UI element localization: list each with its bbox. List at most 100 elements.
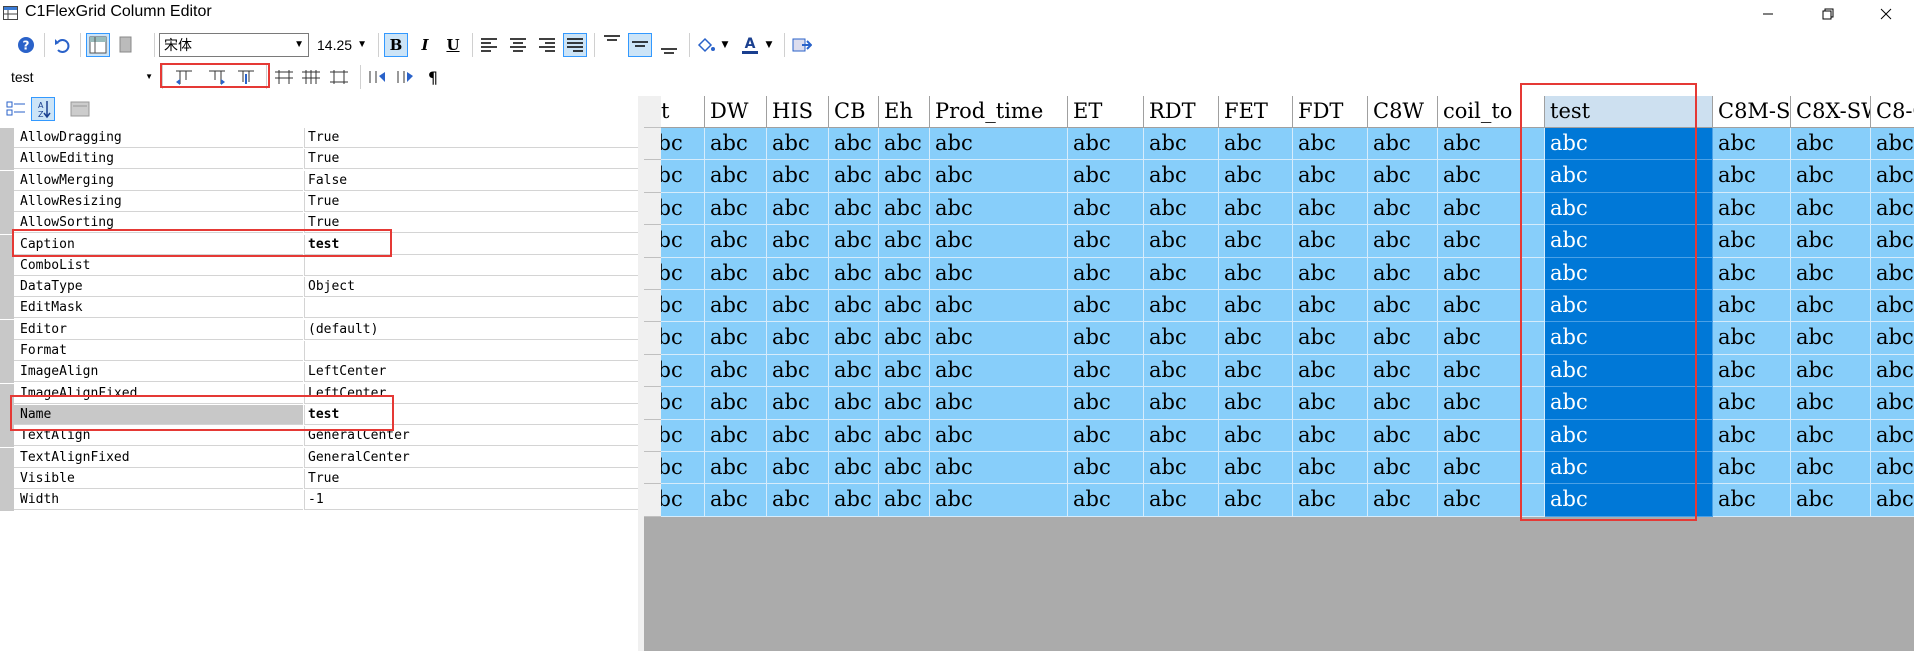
- grid-cell[interactable]: abc: [1438, 160, 1545, 193]
- grid-column-header[interactable]: CB: [829, 96, 879, 128]
- grid-cell[interactable]: abc: [661, 322, 705, 355]
- grid-cell[interactable]: abc: [1871, 128, 1914, 161]
- grid-cell[interactable]: abc: [1871, 322, 1914, 355]
- grid-column-header[interactable]: C8-CW: [1871, 96, 1914, 128]
- grid-row-header[interactable]: [644, 484, 662, 517]
- grid-row-header[interactable]: [644, 192, 662, 226]
- property-value[interactable]: True: [304, 128, 638, 148]
- grid-cell[interactable]: abc: [1144, 484, 1219, 517]
- grid-row-header[interactable]: [644, 257, 662, 290]
- grid-cell[interactable]: abc: [1068, 419, 1144, 452]
- fore-color-dropdown[interactable]: ▼: [762, 33, 776, 57]
- property-name[interactable]: Editor: [14, 320, 303, 340]
- grid-cell[interactable]: abc: [1791, 160, 1871, 193]
- property-name[interactable]: Visible: [14, 469, 303, 489]
- grid-cell[interactable]: abc: [767, 160, 829, 193]
- grid-cell[interactable]: abc: [705, 290, 767, 323]
- grid-cell[interactable]: abc: [1068, 484, 1144, 517]
- property-row[interactable]: EditMask: [0, 298, 638, 320]
- grid-cell[interactable]: abc: [930, 225, 1068, 258]
- grid-cell[interactable]: abc: [661, 290, 705, 323]
- property-value[interactable]: True: [304, 149, 638, 170]
- grid-cell[interactable]: abc: [879, 484, 930, 517]
- grid-cell[interactable]: abc: [1438, 387, 1545, 420]
- grid-cell[interactable]: abc: [661, 160, 705, 193]
- grid-column-header[interactable]: C8W: [1368, 96, 1438, 128]
- grid-cell[interactable]: abc: [879, 419, 930, 452]
- property-name[interactable]: AllowSorting: [14, 213, 303, 234]
- property-row[interactable]: Width -1: [0, 490, 638, 512]
- property-value[interactable]: [304, 341, 638, 361]
- grid-cell[interactable]: abc: [661, 192, 705, 226]
- grid-cell[interactable]: abc: [1368, 452, 1438, 485]
- select-column-button-2[interactable]: [393, 65, 417, 89]
- grid-cell[interactable]: abc: [1438, 322, 1545, 355]
- valign-top-button[interactable]: [600, 31, 624, 55]
- grid-cell[interactable]: abc: [1713, 257, 1791, 290]
- property-row[interactable]: AllowResizing True: [0, 191, 638, 213]
- grid-cell[interactable]: abc: [1791, 257, 1871, 290]
- grid-cell[interactable]: abc: [1438, 354, 1545, 388]
- grid-cell[interactable]: abc: [1144, 452, 1219, 485]
- grid-cell[interactable]: abc: [1545, 419, 1713, 452]
- grid-cell[interactable]: abc: [705, 225, 767, 258]
- property-row[interactable]: Visible True: [0, 468, 638, 490]
- width-button-1[interactable]: [272, 65, 296, 89]
- grid-cell[interactable]: abc: [1871, 160, 1914, 193]
- property-value[interactable]: True: [304, 191, 638, 212]
- grid-column-header[interactable]: FDT: [1293, 96, 1368, 128]
- grid-cell[interactable]: abc: [1219, 484, 1293, 517]
- alphabetical-button[interactable]: AZ: [31, 97, 55, 121]
- grid-cell[interactable]: abc: [1713, 419, 1791, 452]
- grid-cell[interactable]: abc: [661, 354, 705, 388]
- grid-cell[interactable]: abc: [829, 322, 879, 355]
- grid-cell[interactable]: abc: [829, 419, 879, 452]
- property-row[interactable]: Format: [0, 341, 638, 362]
- grid-cell[interactable]: abc: [879, 354, 930, 388]
- property-value[interactable]: True: [304, 213, 638, 234]
- grid-cell[interactable]: abc: [1219, 128, 1293, 161]
- grid-cell[interactable]: abc: [1144, 192, 1219, 226]
- grid-cell[interactable]: abc: [1293, 257, 1368, 290]
- property-row[interactable]: AllowSorting True: [0, 213, 638, 235]
- property-name[interactable]: DataType: [14, 277, 303, 298]
- grid-cell[interactable]: abc: [661, 419, 705, 452]
- grid-row-header[interactable]: [644, 452, 662, 485]
- grid-column-header[interactable]: HIS: [767, 96, 829, 128]
- grid-cell[interactable]: abc: [879, 290, 930, 323]
- grid-cell[interactable]: abc: [1068, 160, 1144, 193]
- grid-column-header[interactable]: C8M-SW: [1713, 96, 1791, 128]
- chevron-down-icon[interactable]: ▼: [294, 34, 304, 56]
- grid-cell[interactable]: abc: [1545, 387, 1713, 420]
- grid-cell[interactable]: abc: [1713, 192, 1791, 226]
- grid-cell[interactable]: abc: [829, 225, 879, 258]
- grid-cell[interactable]: abc: [1545, 452, 1713, 485]
- fore-color-button[interactable]: A: [738, 33, 762, 57]
- minimize-button[interactable]: [1745, 0, 1791, 28]
- property-row[interactable]: DataType Object: [0, 277, 638, 299]
- move-column-right-button[interactable]: [205, 65, 229, 89]
- grid-cell[interactable]: abc: [1791, 128, 1871, 161]
- grid-cell[interactable]: abc: [1293, 290, 1368, 323]
- property-name[interactable]: ComboList: [14, 256, 303, 276]
- grid-cell[interactable]: abc: [930, 322, 1068, 355]
- grid-cell[interactable]: abc: [705, 257, 767, 290]
- property-value[interactable]: True: [304, 468, 638, 489]
- grid-cell[interactable]: abc: [1871, 257, 1914, 290]
- grid-cell[interactable]: abc: [1144, 225, 1219, 258]
- grid-cell[interactable]: abc: [1791, 354, 1871, 388]
- grid-column-header[interactable]: coil_to: [1438, 96, 1545, 128]
- grid-cell[interactable]: abc: [1068, 290, 1144, 323]
- grid-cell[interactable]: abc: [1219, 452, 1293, 485]
- grid-cell[interactable]: abc: [829, 192, 879, 226]
- grid-cell[interactable]: abc: [1293, 322, 1368, 355]
- width-button-3[interactable]: [327, 65, 351, 89]
- grid-cell[interactable]: abc: [767, 452, 829, 485]
- property-name[interactable]: ImageAlign: [14, 362, 303, 383]
- italic-button[interactable]: I: [413, 33, 437, 57]
- grid-cell[interactable]: abc: [879, 452, 930, 485]
- property-value[interactable]: [304, 255, 638, 276]
- grid-cell[interactable]: abc: [1219, 225, 1293, 258]
- grid-cell[interactable]: abc: [879, 257, 930, 290]
- grid-cell[interactable]: abc: [829, 387, 879, 420]
